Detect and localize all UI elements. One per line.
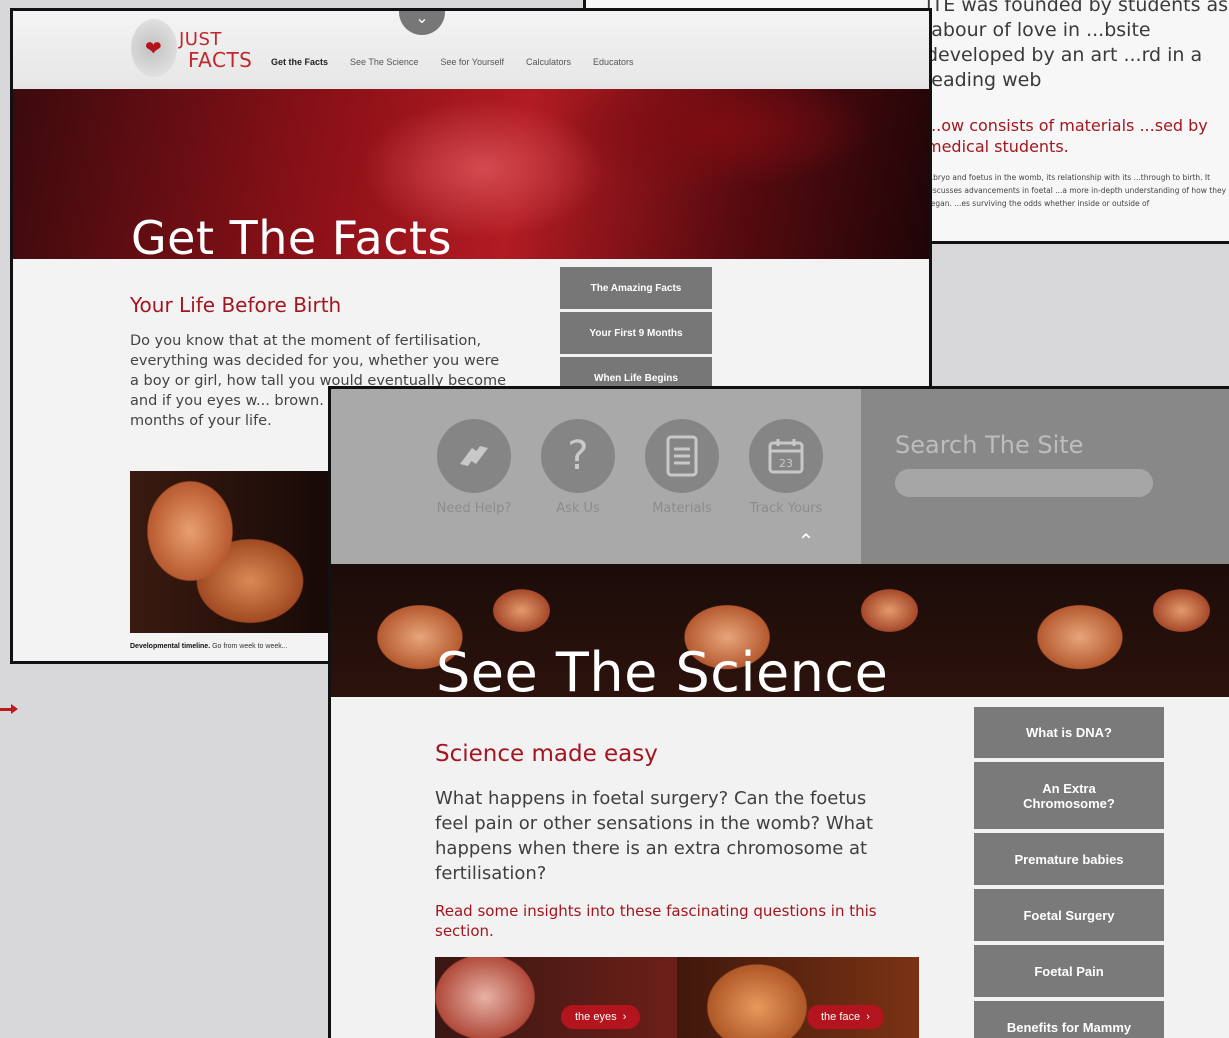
section-heading: Science made easy: [435, 741, 658, 767]
chevron-down-icon[interactable]: ⌄: [399, 11, 445, 35]
quick-link-label: Track Yours: [749, 501, 823, 516]
about-small-text: ...bryo and foetus in the womb, its rela…: [926, 173, 1227, 208]
arrow-right-icon: [0, 704, 18, 714]
tile-label: the eyes: [575, 1011, 617, 1023]
side-menu: What is DNA? An Extra Chromosome? Premat…: [974, 707, 1164, 1038]
tile-pill-button[interactable]: the eyes ›: [561, 1005, 641, 1029]
section-red-text: Read some insights into these fascinatin…: [435, 902, 877, 940]
nav-item-see-for-yourself[interactable]: See for Yourself: [440, 57, 504, 67]
question-icon: ?: [541, 419, 615, 493]
tile-the-eyes[interactable]: the eyes ›: [435, 957, 677, 1038]
nav-item-get-the-facts[interactable]: Get the Facts: [271, 57, 328, 67]
site-header: ⌄ ❤ JUST FACTS Get the Facts See The Sci…: [13, 11, 929, 89]
quick-links: Need Help? ? Ask Us Materials 23 Track Y…: [435, 419, 825, 516]
tile-the-face[interactable]: the face ›: [677, 957, 919, 1038]
chevron-right-icon: ›: [866, 1011, 870, 1023]
heart-icon: ❤: [145, 38, 162, 60]
quick-link-label: Materials: [652, 501, 712, 516]
side-button-foetal-pain[interactable]: Foetal Pain: [974, 945, 1164, 997]
main-nav: Get the Facts See The Science See for Yo…: [271, 57, 634, 67]
side-button-what-is-dna[interactable]: What is DNA?: [974, 707, 1164, 758]
quick-links-panel: Need Help? ? Ask Us Materials 23 Track Y…: [331, 389, 861, 564]
side-button-foetal-surgery[interactable]: Foetal Surgery: [974, 889, 1164, 941]
hero-image-segment: [991, 564, 1229, 697]
image-tiles: the eyes › the face ›: [435, 957, 919, 1038]
quick-link-materials[interactable]: Materials: [643, 419, 721, 516]
search-input[interactable]: [895, 469, 1153, 497]
nav-item-calculators[interactable]: Calculators: [526, 57, 571, 67]
calendar-number: 23: [779, 457, 793, 470]
about-intro-text: ITE was founded by students as a labour …: [926, 0, 1229, 91]
document-icon: [645, 419, 719, 493]
calendar-icon: 23: [749, 419, 823, 493]
search-panel: Search The Site: [861, 389, 1229, 564]
quick-link-track-yours[interactable]: 23 Track Yours: [747, 419, 825, 516]
section-heading: Your Life Before Birth: [130, 293, 342, 317]
side-button-extra-chromosome[interactable]: An Extra Chromosome?: [974, 762, 1164, 829]
hands-icon: [437, 419, 511, 493]
nav-item-educators[interactable]: Educators: [593, 57, 634, 67]
side-button-premature-babies[interactable]: Premature babies: [974, 833, 1164, 885]
hero-title: Get The Facts: [131, 211, 452, 265]
search-title: Search The Site: [895, 431, 1084, 459]
quick-link-label: Need Help?: [436, 501, 512, 516]
caption-text: Go from week to week...: [212, 643, 288, 650]
logo-text-just[interactable]: JUST: [179, 29, 222, 50]
tile-label: the face: [821, 1011, 861, 1023]
hero-title: See The Science: [436, 641, 889, 704]
quick-link-need-help[interactable]: Need Help?: [435, 419, 513, 516]
photo-caption: Developmental timeline. Go from week to …: [130, 643, 288, 650]
about-text-block: ITE was founded by students as a labour …: [926, 0, 1229, 210]
about-red-text: ...ow consists of materials ...sed by me…: [926, 116, 1208, 156]
side-button-benefits-for-mammy[interactable]: Benefits for Mammy: [974, 1001, 1164, 1038]
quick-link-ask-us[interactable]: ? Ask Us: [539, 419, 617, 516]
side-menu: The Amazing Facts Your First 9 Months Wh…: [560, 267, 712, 402]
see-the-science-window: Need Help? ? Ask Us Materials 23 Track Y…: [328, 386, 1229, 1038]
section-text: What happens in foetal surgery? Can the …: [435, 788, 874, 884]
tile-pill-button[interactable]: the face ›: [807, 1005, 884, 1029]
quick-link-label: Ask Us: [556, 501, 600, 516]
chevron-up-icon[interactable]: ⌃: [791, 531, 821, 553]
chevron-right-icon: ›: [622, 1011, 627, 1023]
side-button-first-9-months[interactable]: Your First 9 Months: [560, 312, 712, 354]
side-button-amazing-facts[interactable]: The Amazing Facts: [560, 267, 712, 309]
caption-bold: Developmental timeline.: [130, 643, 211, 650]
logo-text-facts[interactable]: FACTS: [188, 48, 252, 72]
foetus-photo: [130, 471, 350, 633]
nav-item-see-the-science[interactable]: See The Science: [350, 57, 418, 67]
